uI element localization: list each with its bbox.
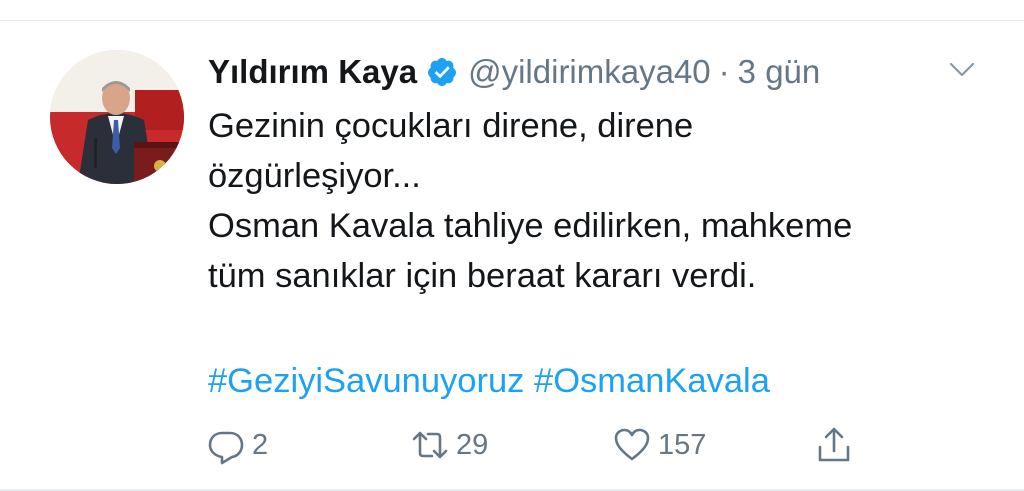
share-icon [814, 425, 854, 465]
hashtag-row: #GeziyiSavunuyoruz #OsmanKavala [208, 356, 770, 406]
hashtag-link[interactable]: #GeziyiSavunuyoruz [208, 362, 524, 400]
top-divider [0, 20, 1024, 21]
reply-icon [206, 425, 246, 465]
verified-badge-icon [426, 56, 458, 88]
separator-dot: · [718, 53, 730, 90]
like-button[interactable]: 157 [612, 420, 706, 470]
author-name[interactable]: Yıldırım Kaya [208, 53, 417, 91]
tweet-text: Gezinin çocukları direne, direne özgürle… [208, 101, 998, 301]
like-count: 157 [658, 428, 707, 461]
tweet-text-line: özgürleşiyor... [208, 157, 421, 195]
avatar-photo [50, 50, 184, 184]
reply-count: 2 [252, 428, 269, 461]
tweet-text-line: Osman Kavala tahliye edilirken, mahkeme [208, 207, 853, 245]
author-handle[interactable]: @yildirimkaya40 [468, 53, 711, 91]
tweet-text-line: Gezinin çocukları direne, direne [208, 107, 694, 145]
heart-icon [612, 425, 652, 465]
retweet-icon [410, 425, 450, 465]
hashtag-link[interactable]: #OsmanKavala [534, 362, 770, 400]
avatar[interactable] [50, 50, 184, 184]
reply-button[interactable]: 2 [206, 420, 268, 470]
retweet-count: 29 [456, 428, 489, 461]
tweet-timestamp[interactable]: 3 gün [738, 53, 821, 91]
chevron-down-icon[interactable] [944, 58, 980, 82]
tweet-text-line: tüm sanıklar için beraat kararı verdi. [208, 257, 757, 295]
share-button[interactable] [814, 420, 854, 470]
retweet-button[interactable]: 29 [410, 420, 488, 470]
tweet-header: Yıldırım Kaya @yildirimkaya40 · 3 gün [208, 50, 820, 94]
tweet-actions: 2 29 157 [0, 420, 1024, 470]
